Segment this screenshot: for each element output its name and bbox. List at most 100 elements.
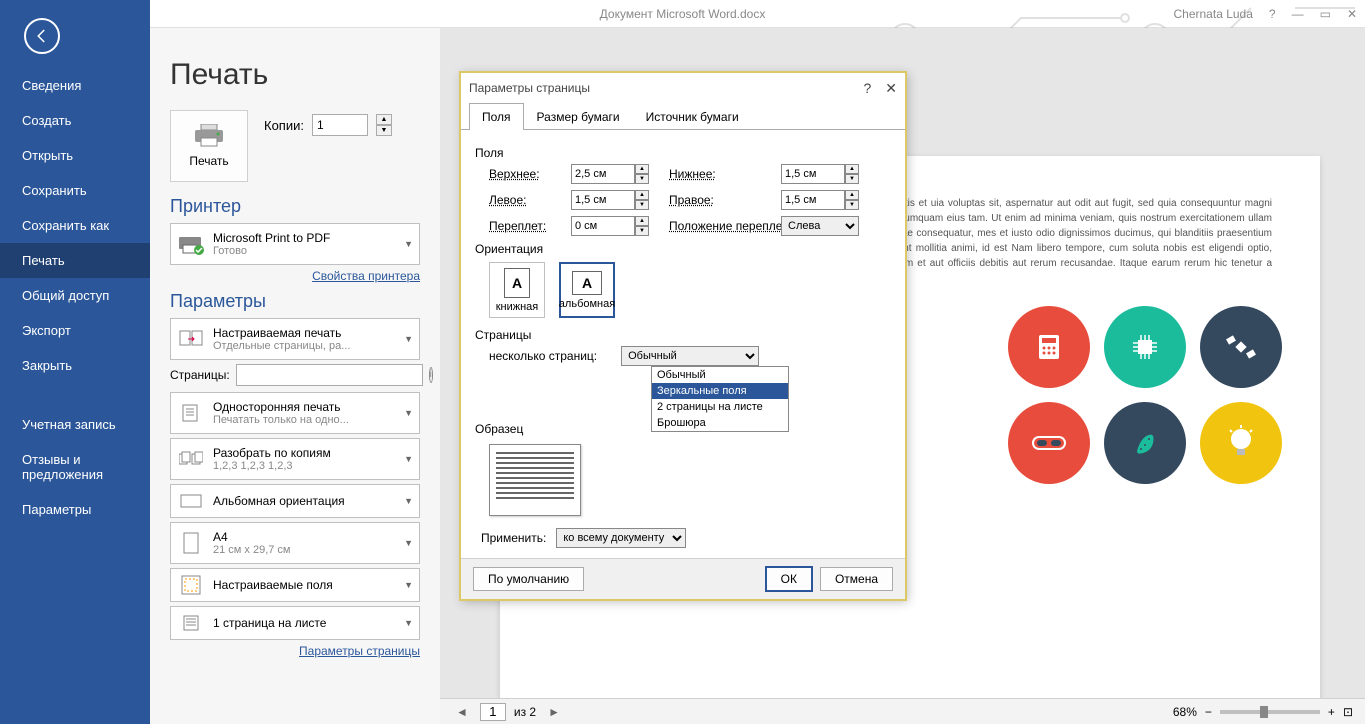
onesided-icon: [177, 399, 205, 427]
panel-title: Печать: [170, 58, 420, 92]
chevron-down-icon: ▼: [400, 239, 413, 249]
copies-spinner[interactable]: ▲▼: [376, 114, 392, 136]
sidebar-item-saveas[interactable]: Сохранить как: [0, 208, 150, 243]
minimize-icon[interactable]: —: [1292, 7, 1304, 21]
dialog-close-button[interactable]: ✕: [885, 80, 897, 97]
pages-label: Страницы:: [170, 368, 230, 382]
cancel-button[interactable]: Отмена: [820, 567, 893, 591]
sheet-icon: [177, 609, 205, 637]
ok-button[interactable]: ОК: [766, 567, 812, 591]
gutter-label: Переплет:: [489, 219, 559, 233]
microbe-icon: [1104, 402, 1186, 484]
zoom-slider[interactable]: [1220, 710, 1320, 714]
landscape-icon: A: [572, 271, 602, 295]
tab-margins[interactable]: Поля: [469, 103, 524, 130]
zoom-value: 68%: [1173, 705, 1197, 719]
user-name[interactable]: Chernata Luda: [1174, 7, 1253, 21]
right-margin-input[interactable]: [781, 190, 845, 210]
fields-group-label: Поля: [475, 146, 891, 160]
sidebar-item-print[interactable]: Печать: [0, 243, 150, 278]
sidebar-item-save[interactable]: Сохранить: [0, 173, 150, 208]
gutter-input[interactable]: [571, 216, 635, 236]
preview-footer: ◄ из 2 ► 68% − + ⊡: [440, 698, 1365, 724]
page-setup-dialog: Параметры страницы ? ✕ Поля Размер бумаг…: [460, 72, 906, 600]
sidebar-item-export[interactable]: Экспорт: [0, 313, 150, 348]
bottom-margin-input[interactable]: [781, 164, 845, 184]
landscape-button[interactable]: A альбомная: [559, 262, 615, 318]
preview-icons: [1008, 306, 1272, 484]
sidebar-item-account[interactable]: Учетная запись: [0, 407, 150, 442]
pages-per-sheet-select[interactable]: 1 страница на листе ▼: [170, 606, 420, 640]
fit-page-button[interactable]: ⊡: [1343, 705, 1353, 719]
dialog-help-button[interactable]: ?: [863, 80, 871, 96]
collate-select[interactable]: Разобрать по копиям1,2,3 1,2,3 1,2,3 ▼: [170, 438, 420, 480]
help-icon[interactable]: ?: [1269, 7, 1276, 21]
print-range-select[interactable]: Настраиваемая печатьОтдельные страницы, …: [170, 318, 420, 360]
satellite-icon: [1200, 306, 1282, 388]
multi-option-2pages[interactable]: 2 страницы на листе: [652, 399, 788, 415]
printer-select[interactable]: Microsoft Print to PDF Готово ▼: [170, 223, 420, 265]
pages-icon: [177, 325, 205, 353]
sidebar-item-share[interactable]: Общий доступ: [0, 278, 150, 313]
sidebar-item-options[interactable]: Параметры: [0, 492, 150, 527]
pages-input[interactable]: [236, 364, 423, 386]
portrait-button[interactable]: A книжная: [489, 262, 545, 318]
print-button[interactable]: Печать: [170, 110, 248, 182]
tab-source[interactable]: Источник бумаги: [633, 103, 752, 130]
multi-pages-dropdown: Обычный Зеркальные поля 2 страницы на ли…: [651, 366, 789, 432]
paper-size-select[interactable]: A421 см x 29,7 см ▼: [170, 522, 420, 564]
tab-paper[interactable]: Размер бумаги: [524, 103, 633, 130]
backstage-sidebar: Сведения Создать Открыть Сохранить Сохра…: [0, 0, 150, 724]
next-page-button[interactable]: ►: [544, 705, 564, 719]
sidebar-item-new[interactable]: Создать: [0, 103, 150, 138]
top-margin-input[interactable]: [571, 164, 635, 184]
back-button[interactable]: [24, 18, 60, 54]
default-button[interactable]: По умолчанию: [473, 567, 584, 591]
page-setup-link[interactable]: Параметры страницы: [170, 644, 420, 658]
prev-page-button[interactable]: ◄: [452, 705, 472, 719]
bottom-margin-spin[interactable]: ▲▼: [845, 164, 859, 184]
printer-status-icon: [177, 230, 205, 258]
sample-preview: [489, 444, 581, 516]
left-margin-input[interactable]: [571, 190, 635, 210]
paper-icon: [177, 529, 205, 557]
sidebar-item-close[interactable]: Закрыть: [0, 348, 150, 383]
apply-to-select[interactable]: ко всему документу: [556, 528, 686, 548]
printer-section-title: Принтер: [170, 196, 420, 217]
sidebar-item-open[interactable]: Открыть: [0, 138, 150, 173]
zoom-out-button[interactable]: −: [1205, 705, 1212, 719]
settings-section-title: Параметры: [170, 291, 420, 312]
printer-properties-link[interactable]: Свойства принтера: [170, 269, 420, 283]
multi-pages-select[interactable]: Обычный: [621, 346, 759, 366]
page-number-input[interactable]: [480, 703, 506, 721]
bottom-margin-label: Нижнее:: [669, 167, 769, 181]
top-margin-spin[interactable]: ▲▼: [635, 164, 649, 184]
sides-select[interactable]: Односторонняя печатьПечатать только на о…: [170, 392, 420, 434]
multi-option-booklet[interactable]: Брошюра: [652, 415, 788, 431]
goggles-icon: [1008, 402, 1090, 484]
bulb-icon: [1200, 402, 1282, 484]
sidebar-item-info[interactable]: Сведения: [0, 68, 150, 103]
orientation-select[interactable]: Альбомная ориентация ▼: [170, 484, 420, 518]
printer-icon: [193, 124, 225, 148]
collate-icon: [177, 445, 205, 473]
sidebar-item-feedback[interactable]: Отзывы и предложения: [0, 442, 150, 492]
copies-input[interactable]: [312, 114, 368, 136]
close-icon[interactable]: ✕: [1347, 7, 1357, 21]
multi-option-normal[interactable]: Обычный: [652, 367, 788, 383]
multi-option-mirror[interactable]: Зеркальные поля: [652, 383, 788, 399]
restore-icon[interactable]: ▭: [1320, 7, 1331, 21]
zoom-in-button[interactable]: +: [1328, 705, 1335, 719]
orientation-group-label: Ориентация: [475, 242, 891, 256]
apply-label: Применить:: [481, 531, 546, 545]
page-of-label: из 2: [514, 705, 536, 719]
print-panel: Печать Печать Копии: ▲▼ Принтер Microsof…: [150, 28, 440, 724]
info-icon[interactable]: i: [429, 367, 433, 383]
chip-icon: [1104, 306, 1186, 388]
margins-select[interactable]: Настраиваемые поля ▼: [170, 568, 420, 602]
gutter-spin[interactable]: ▲▼: [635, 216, 649, 236]
right-margin-spin[interactable]: ▲▼: [845, 190, 859, 210]
gutter-pos-select[interactable]: Слева: [781, 216, 859, 236]
left-margin-label: Левое:: [489, 193, 559, 207]
left-margin-spin[interactable]: ▲▼: [635, 190, 649, 210]
